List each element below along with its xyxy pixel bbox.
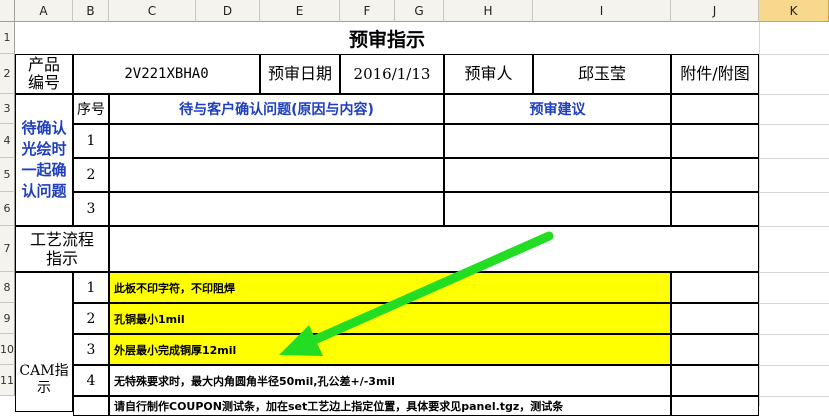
row-header[interactable]: 8 [0, 272, 15, 303]
reviewer-value[interactable]: 邱玉莹 [533, 54, 671, 94]
process-flow-cell[interactable] [109, 226, 759, 272]
col-header-i[interactable]: I [533, 0, 671, 22]
attachment-cell[interactable] [671, 303, 759, 334]
attachment-cell[interactable] [671, 192, 759, 226]
row-header[interactable]: 10 [0, 334, 15, 365]
reviewer-label[interactable]: 预审人 [444, 54, 533, 94]
attachment-cell[interactable] [671, 124, 759, 158]
cam-item-text[interactable]: 外层最小完成铜厚12mil [109, 334, 671, 365]
col-header-f[interactable]: F [340, 0, 395, 22]
suggestion-cell[interactable] [444, 192, 671, 226]
select-all-corner[interactable] [0, 0, 15, 22]
attachment-cell[interactable] [671, 94, 759, 124]
product-no-value[interactable]: 2V221XBHA0 [73, 54, 260, 94]
row-header[interactable]: 4 [0, 124, 15, 158]
gridline [759, 226, 829, 227]
cam-instructions-label[interactable]: CAM指示 [15, 272, 73, 412]
issue-cell[interactable] [109, 158, 444, 192]
cam-item-number[interactable]: 4 [73, 365, 109, 396]
attachment-cell[interactable] [671, 365, 759, 396]
sheet-title[interactable]: 预审指示 [15, 22, 759, 54]
seq-header[interactable]: 序号 [73, 94, 109, 124]
col-header-c[interactable]: C [109, 0, 196, 22]
cam-item-text[interactable]: 此板不印字符，不印阻焊 [109, 272, 671, 303]
col-header-j[interactable]: J [671, 0, 759, 22]
gridline [759, 396, 829, 397]
cam-item-text[interactable]: 孔铜最小1mil [109, 303, 671, 334]
review-date-value[interactable]: 2016/1/13 [340, 54, 444, 94]
cam-item-number[interactable]: 2 [73, 303, 109, 334]
product-no-label[interactable]: 产品编号 [15, 54, 73, 94]
cam-item-number[interactable]: 3 [73, 334, 109, 365]
row-header[interactable]: 9 [0, 303, 15, 334]
attachment-label[interactable]: 附件/附图 [671, 54, 759, 94]
issues-header[interactable]: 待与客户确认问题(原因与内容) [109, 94, 444, 124]
col-header-a[interactable]: A [15, 0, 73, 22]
suggestion-cell[interactable] [444, 158, 671, 192]
row-header[interactable]: 11 [0, 365, 15, 396]
pending-issues-label[interactable]: 待确认光绘时一起确认问题 [15, 94, 73, 226]
gridline [759, 158, 829, 159]
row-header[interactable]: 1 [0, 22, 15, 54]
pending-row-number[interactable]: 2 [73, 158, 109, 192]
gridline [759, 365, 829, 366]
suggestion-header[interactable]: 预审建议 [444, 94, 671, 124]
col-header-g[interactable]: G [395, 0, 444, 22]
cam-item-text[interactable]: 请自行制作COUPON测试条，加在set工艺边上指定位置，具体要求见panel.… [109, 396, 671, 416]
issue-cell[interactable] [109, 192, 444, 226]
attachment-cell[interactable] [671, 334, 759, 365]
cam-item-text[interactable]: 无特殊要求时，最大内角圆角半径50mil,孔公差+/-3mil [109, 365, 671, 396]
gridline [759, 334, 829, 335]
pending-row-number[interactable]: 1 [73, 124, 109, 158]
row-header[interactable]: 7 [0, 226, 15, 272]
suggestion-cell[interactable] [444, 124, 671, 158]
process-flow-label[interactable]: 工艺流程指示 [15, 226, 109, 272]
gridline [759, 22, 760, 406]
issue-cell[interactable] [109, 124, 444, 158]
col-header-h[interactable]: H [444, 0, 533, 22]
gridline [759, 94, 829, 95]
col-header-b[interactable]: B [73, 0, 109, 22]
col-header-d[interactable]: D [196, 0, 260, 22]
col-header-k[interactable]: K [759, 0, 829, 22]
gridline [759, 124, 829, 125]
cam-item-number[interactable] [73, 396, 109, 416]
col-header-e[interactable]: E [260, 0, 340, 22]
row-header[interactable]: 6 [0, 192, 15, 226]
gridline [759, 192, 829, 193]
gridline [759, 303, 829, 304]
row-header[interactable]: 3 [0, 94, 15, 124]
cam-item-number[interactable]: 1 [73, 272, 109, 303]
row-header[interactable]: 2 [0, 54, 15, 94]
gridline [759, 272, 829, 273]
attachment-cell[interactable] [671, 272, 759, 303]
attachment-cell[interactable] [671, 158, 759, 192]
review-date-label[interactable]: 预审日期 [260, 54, 340, 94]
row-header[interactable]: 5 [0, 158, 15, 192]
pending-row-number[interactable]: 3 [73, 192, 109, 226]
attachment-cell[interactable] [671, 396, 759, 416]
